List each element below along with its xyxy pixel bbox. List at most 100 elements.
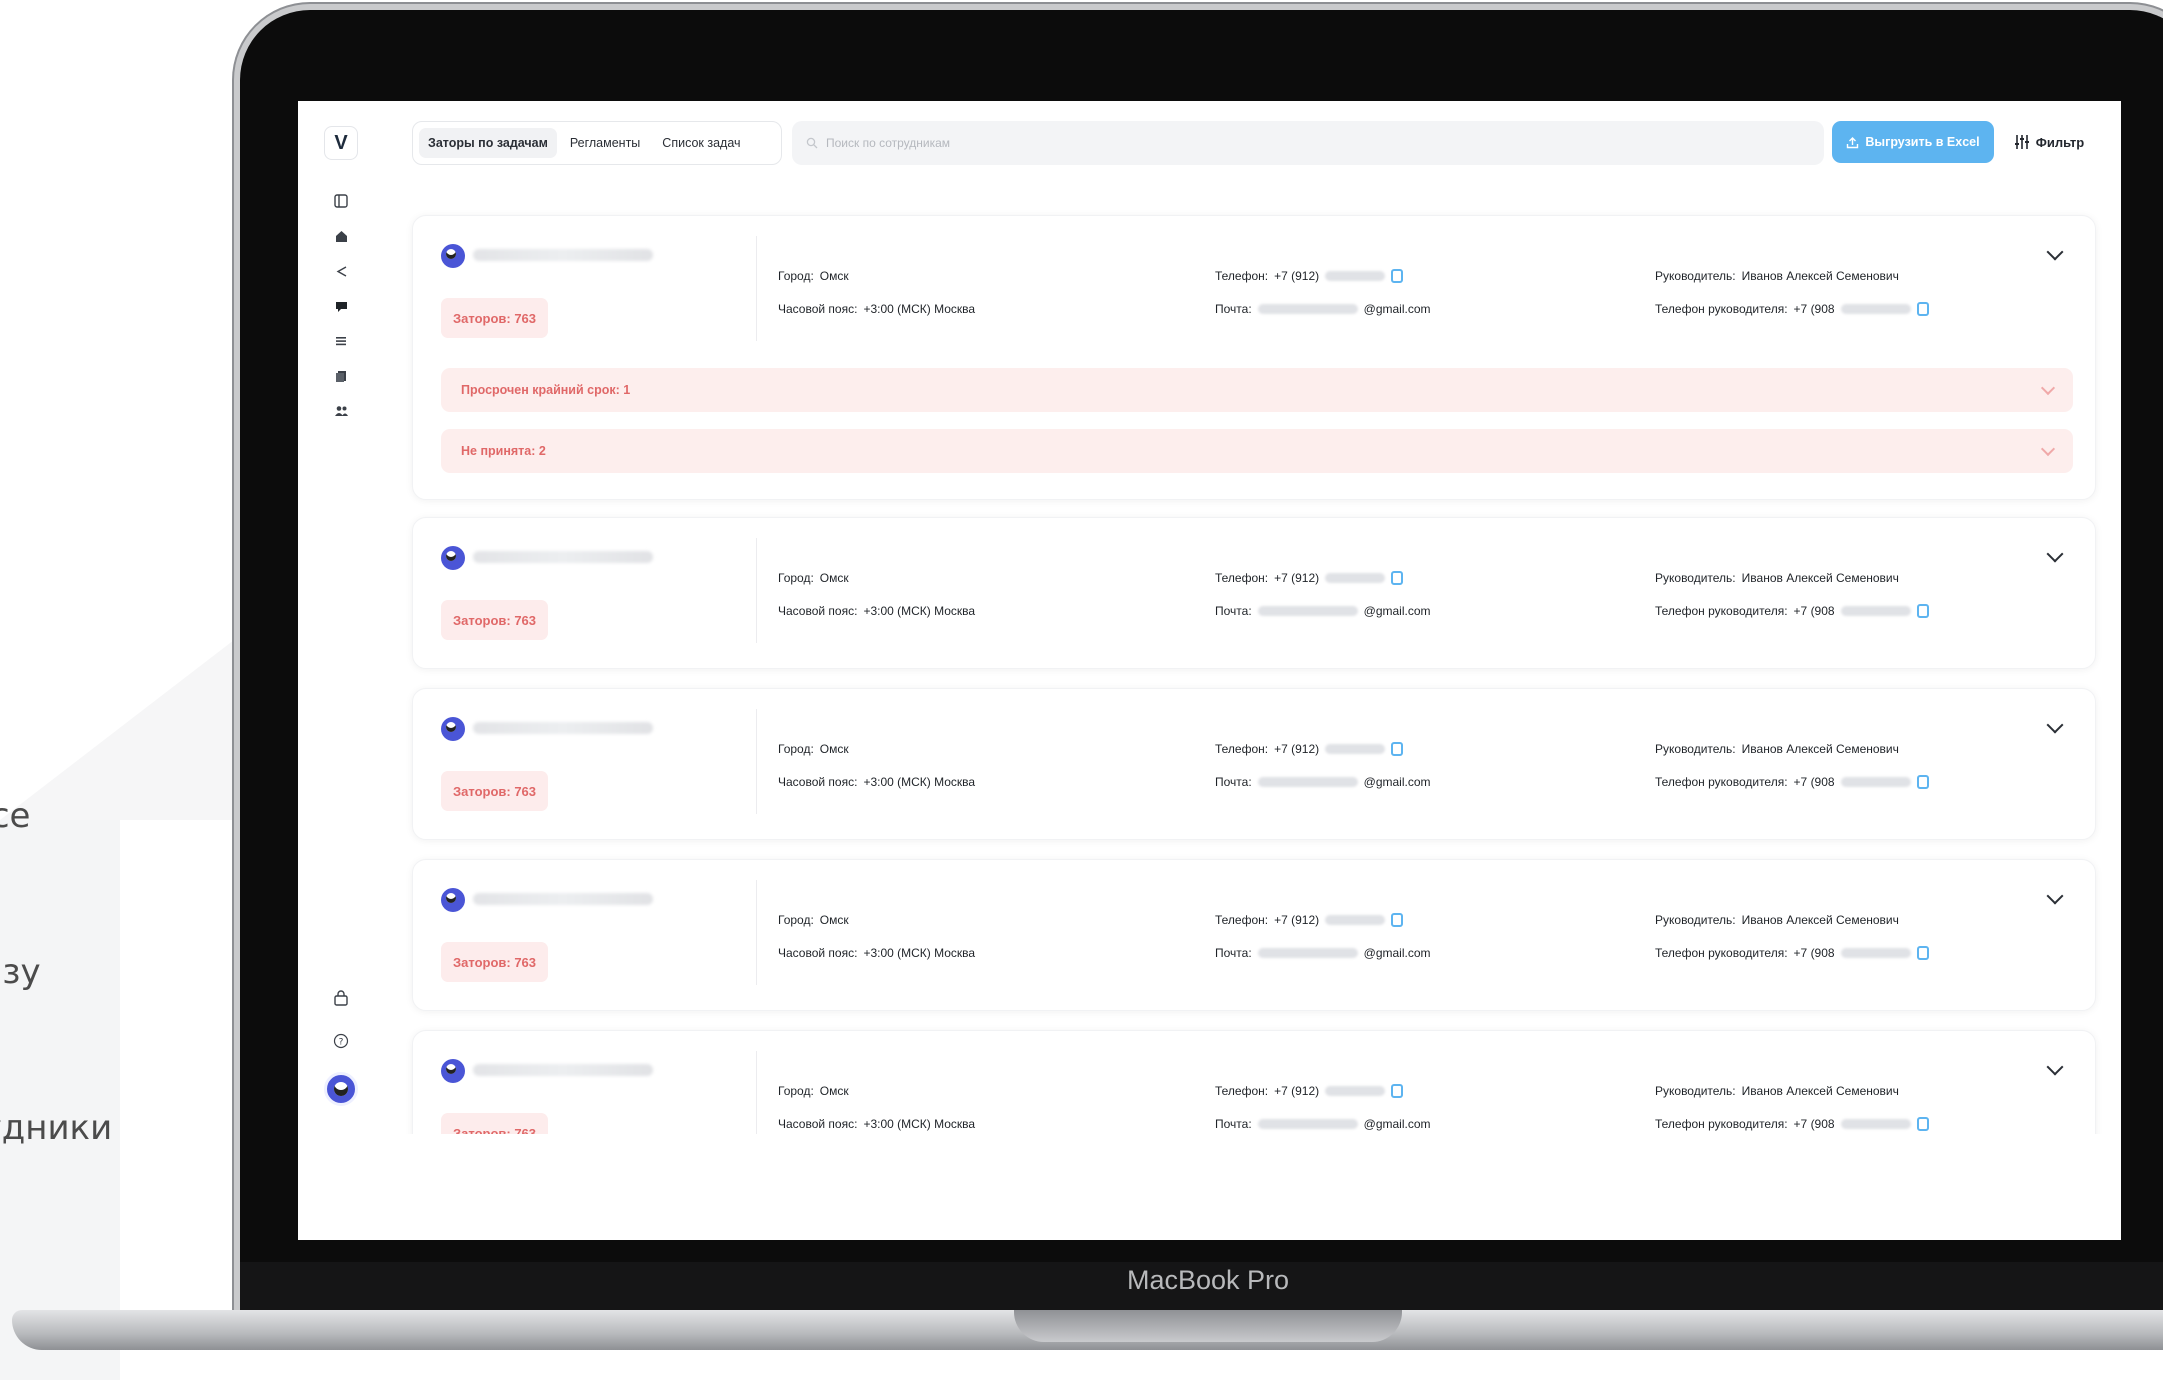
redacted-text <box>1257 304 1358 314</box>
chevron-down-icon[interactable] <box>2047 246 2063 262</box>
manager-phone-value: +7 (908 <box>1793 604 1835 618</box>
not-accepted-section[interactable]: Не принята: 2 <box>441 429 2073 473</box>
chevron-down-icon[interactable] <box>2047 890 2063 906</box>
manager-field: Руководитель: Иванов Алексей Семенович <box>1655 1084 1899 1098</box>
blocks-count-badge: Заторов: 763 <box>441 942 549 982</box>
employee-card[interactable]: Заторов: 763 Город: Омск Часовой пояс: +3:… <box>412 517 2096 669</box>
phone-label: Телефон: <box>1215 1084 1269 1098</box>
manager-label: Руководитель: <box>1655 742 1736 756</box>
toolbar: Заторы по задачам Регламенты Список зада… <box>412 121 2112 169</box>
redacted-text <box>1257 1119 1358 1129</box>
manager-value: Иванов Алексей Семенович <box>1741 269 1899 283</box>
manager-phone-value: +7 (908 <box>1793 302 1835 316</box>
panel-icon[interactable] <box>331 191 351 211</box>
city-field: Город: Омск <box>778 571 849 585</box>
blocks-count-badge: Заторов: 763 <box>441 600 549 640</box>
copy-icon[interactable] <box>1916 775 1929 789</box>
overdue-section[interactable]: Просрочен крайний срок: 1 <box>441 368 2073 412</box>
employee-card[interactable]: Заторов: 763 Город: Омск Часовой пояс: +3:… <box>412 215 2096 500</box>
phone-value: +7 (912) <box>1274 913 1320 927</box>
mail-value: @gmail.com <box>1363 775 1431 789</box>
divider <box>756 880 757 985</box>
slide-text-line: рудники <box>0 1108 113 1148</box>
copy-icon[interactable] <box>1916 946 1929 960</box>
city-label: Город: <box>778 1084 814 1098</box>
city-value: Омск <box>819 742 849 756</box>
employee-card[interactable]: Заторов: 763 Город: Омск Часовой пояс: +3:… <box>412 688 2096 840</box>
documents-icon[interactable] <box>331 366 351 386</box>
chat-icon[interactable] <box>331 296 351 316</box>
chevron-down-icon[interactable] <box>2047 1061 2063 1077</box>
copy-icon[interactable] <box>1916 604 1929 618</box>
tab-regulations[interactable]: Регламенты <box>561 128 649 158</box>
copy-icon[interactable] <box>1391 269 1404 283</box>
copy-icon[interactable] <box>1391 1084 1404 1098</box>
phone-value: +7 (912) <box>1274 571 1320 585</box>
manager-phone-value: +7 (908 <box>1793 775 1835 789</box>
not-accepted-label: Не принята: 2 <box>461 444 546 458</box>
sidebar: V ? <box>298 101 370 1240</box>
tab-group: Заторы по задачам Регламенты Список зада… <box>412 121 782 165</box>
mail-value: @gmail.com <box>1363 1117 1431 1131</box>
redacted-text <box>1840 948 1911 958</box>
tab-blocks-by-tasks[interactable]: Заторы по задачам <box>419 128 557 158</box>
mail-label: Почта: <box>1215 302 1252 316</box>
mail-field: Почта: @gmail.com <box>1215 604 1431 618</box>
mail-value: @gmail.com <box>1363 302 1431 316</box>
chevron-down-icon[interactable] <box>2047 548 2063 564</box>
export-excel-label: Выгрузить в Excel <box>1865 135 1980 149</box>
chevron-down-icon[interactable] <box>2047 719 2063 735</box>
mail-field: Почта: @gmail.com <box>1215 302 1431 316</box>
phone-field: Телефон: +7 (912) <box>1215 742 1404 756</box>
employee-name-redacted <box>473 249 653 261</box>
manager-phone-label: Телефон руководителя: <box>1655 1117 1788 1131</box>
redacted-text <box>1257 606 1358 616</box>
redacted-text <box>1840 1119 1911 1129</box>
share-icon[interactable] <box>331 261 351 281</box>
export-excel-button[interactable]: Выгрузить в Excel <box>1832 121 1994 163</box>
phone-value: +7 (912) <box>1274 1084 1320 1098</box>
filter-button[interactable]: Фильтр <box>2004 121 2094 163</box>
redacted-text <box>1840 777 1911 787</box>
manager-field: Руководитель: Иванов Алексей Семенович <box>1655 742 1899 756</box>
slide-text: ля в. все разу рудники <box>0 374 112 1206</box>
employee-avatar <box>441 717 465 741</box>
copy-icon[interactable] <box>1916 1117 1929 1131</box>
bag-icon[interactable] <box>331 988 351 1008</box>
employee-avatar <box>441 546 465 570</box>
svg-text:?: ? <box>339 1038 344 1048</box>
timezone-value: +3:00 (МСК) Москва <box>863 946 976 960</box>
home-icon[interactable] <box>331 226 351 246</box>
copy-icon[interactable] <box>1391 913 1404 927</box>
copy-icon[interactable] <box>1391 571 1404 585</box>
manager-label: Руководитель: <box>1655 913 1736 927</box>
phone-label: Телефон: <box>1215 742 1269 756</box>
search-icon <box>806 137 818 149</box>
manager-value: Иванов Алексей Семенович <box>1741 913 1899 927</box>
tab-task-list[interactable]: Список задач <box>653 128 749 158</box>
employee-avatar <box>441 1059 465 1083</box>
timezone-value: +3:00 (МСК) Москва <box>863 604 976 618</box>
manager-phone-field: Телефон руководителя: +7 (908 <box>1655 604 1929 618</box>
app-logo[interactable]: V <box>324 126 358 160</box>
device-label: MacBook Pro <box>1126 1265 1290 1295</box>
copy-icon[interactable] <box>1916 302 1929 316</box>
manager-label: Руководитель: <box>1655 1084 1736 1098</box>
users-icon[interactable] <box>331 401 351 421</box>
manager-phone-value: +7 (908 <box>1793 1117 1835 1131</box>
phone-field: Телефон: +7 (912) <box>1215 913 1404 927</box>
copy-icon[interactable] <box>1391 742 1404 756</box>
chevron-down-icon <box>2040 441 2056 457</box>
manager-field: Руководитель: Иванов Алексей Семенович <box>1655 571 1899 585</box>
redacted-text <box>1257 777 1358 787</box>
mail-field: Почта: @gmail.com <box>1215 946 1431 960</box>
timezone-field: Часовой пояс: +3:00 (МСК) Москва <box>778 1117 975 1131</box>
help-icon[interactable]: ? <box>331 1031 351 1051</box>
employee-name-redacted <box>473 893 653 905</box>
manager-value: Иванов Алексей Семенович <box>1741 1084 1899 1098</box>
list-icon[interactable] <box>331 331 351 351</box>
user-avatar[interactable] <box>324 1072 358 1106</box>
search-input[interactable]: Поиск по сотрудникам <box>792 121 1824 165</box>
employee-name-redacted <box>473 1064 653 1076</box>
employee-card[interactable]: Заторов: 763 Город: Омск Часовой пояс: +3:… <box>412 859 2096 1011</box>
